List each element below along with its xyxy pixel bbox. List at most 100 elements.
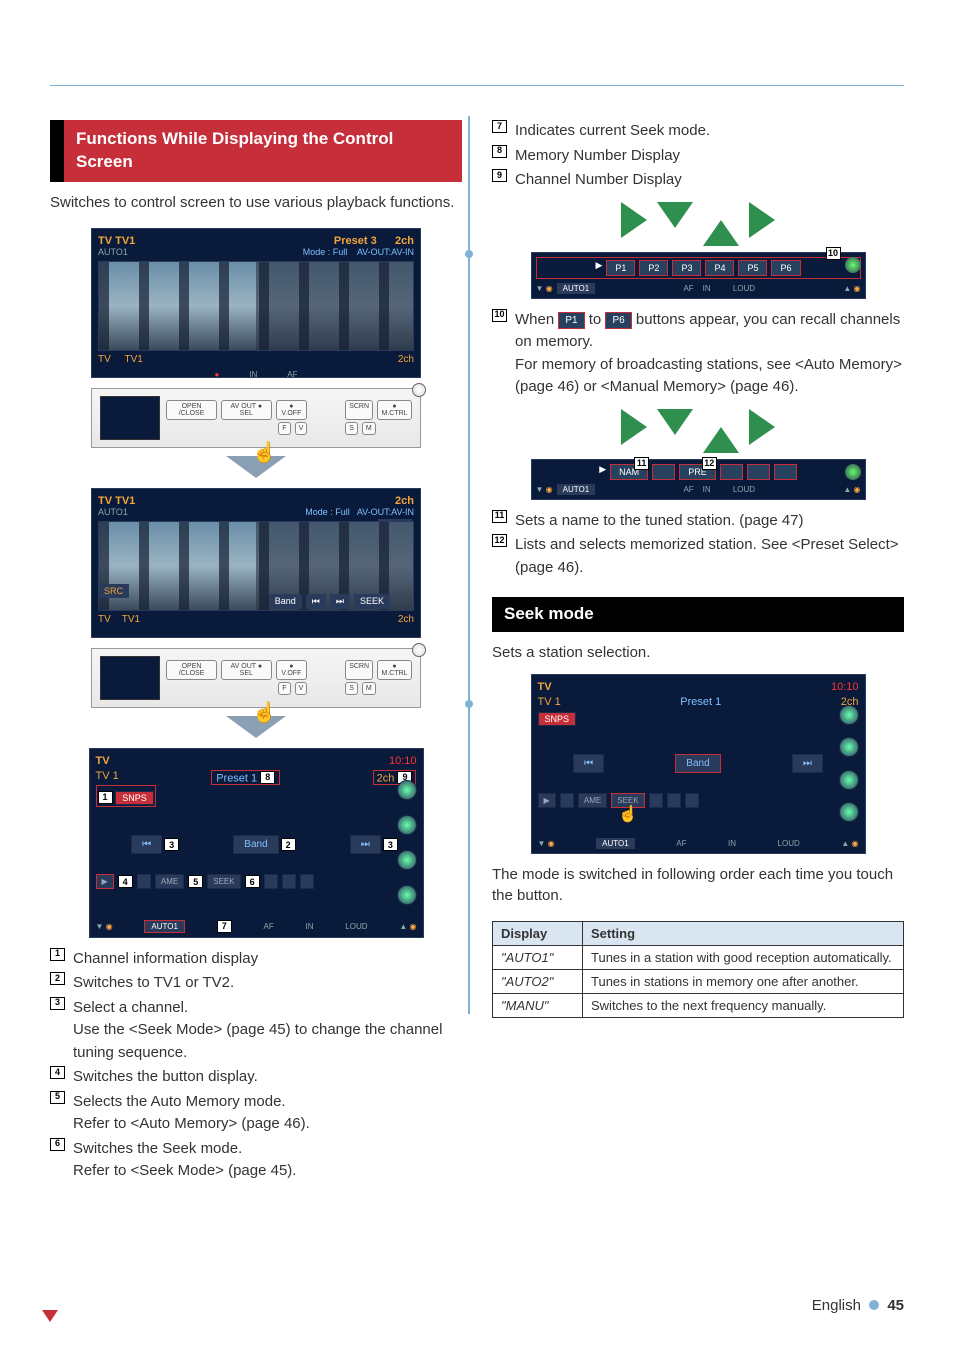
desc-7: Indicates current Seek mode. — [515, 120, 904, 143]
f-button[interactable]: F — [278, 422, 290, 435]
desc-3: Select a channel. — [73, 999, 188, 1016]
avout-label: AV-OUT:AV-IN — [357, 247, 414, 257]
preset-strip-1: ▶ P1 P2 P3 P4 P5 P6 10 ▼ ◉ AUTO1 AF IN L… — [531, 252, 866, 299]
seek-button[interactable]: SEEK ☝ — [611, 793, 644, 808]
callout-8: 8 — [260, 771, 275, 784]
callout-12: 12 — [702, 457, 717, 470]
p5-button[interactable]: P5 — [738, 260, 767, 276]
side-orb-icon — [845, 464, 861, 480]
prev-channel-button[interactable]: ⏮ — [573, 754, 604, 773]
desc-2: Switches to TV1 or TV2. — [73, 972, 462, 995]
num-6: 6 — [50, 1138, 65, 1151]
table-row: "AUTO1" Tunes in a station with good rec… — [493, 946, 904, 970]
m-button[interactable]: M — [362, 422, 376, 435]
dummy-btn — [300, 874, 314, 889]
cell-manu: "MANU" — [493, 994, 583, 1018]
src-button[interactable]: SRC — [98, 584, 129, 598]
dummy-btn — [667, 793, 681, 808]
tv1-bottom: TV1 — [122, 614, 140, 625]
desc-1: Channel information display — [73, 948, 462, 971]
p6-inline: P6 — [605, 312, 631, 329]
callout-11: 11 — [634, 457, 649, 470]
auto-label: AUTO1 — [98, 247, 128, 257]
num-1: 1 — [50, 948, 65, 961]
preset-display: Preset 1 — [680, 696, 721, 708]
voff-button[interactable]: ● V.OFF — [276, 660, 308, 680]
s-button[interactable]: S — [345, 422, 358, 435]
language-label: English — [812, 1297, 861, 1314]
side-orb-icon — [845, 257, 861, 273]
callout-5: 5 — [188, 875, 203, 888]
in-label: IN — [306, 922, 314, 931]
right-column: 7Indicates current Seek mode. 8Memory Nu… — [492, 120, 904, 1185]
tv-bottom: TV — [98, 354, 111, 365]
af-indicator: AF — [287, 370, 297, 378]
ame-button[interactable]: AME — [155, 874, 184, 889]
ame-button[interactable]: AME — [578, 793, 607, 808]
face-panel-2: OPEN /CLOSE AV OUT ● SEL ● V.OFF F V SCR… — [91, 648, 421, 708]
cell-auto2-desc: Tunes in stations in memory one after an… — [583, 970, 904, 994]
s-button[interactable]: S — [345, 682, 358, 695]
switch-display-button[interactable]: ▶ — [538, 793, 556, 808]
prev-channel-button[interactable]: ⏮ 3 — [131, 835, 162, 854]
p2-button[interactable]: P2 — [639, 260, 668, 276]
arrow-right-icon — [749, 202, 775, 238]
band-button[interactable]: Band — [269, 594, 302, 609]
desc-5: Selects the Auto Memory mode. — [73, 1093, 286, 1110]
next-channel-button[interactable]: ⏭ 3 — [350, 835, 381, 854]
f-button[interactable]: F — [278, 682, 290, 695]
v-button[interactable]: V — [295, 422, 308, 435]
seek-button[interactable]: SEEK — [354, 594, 390, 609]
nav-arrows — [492, 202, 904, 246]
band-button[interactable]: Band 2 — [233, 835, 278, 854]
seek-intro: Sets a station selection. — [492, 642, 904, 664]
avout-button[interactable]: AV OUT ● SEL — [221, 660, 271, 680]
voff-button[interactable]: ● V.OFF — [276, 400, 308, 420]
scrn-button[interactable]: SCRN — [345, 660, 373, 680]
table-row: "MANU" Switches to the next frequency ma… — [493, 994, 904, 1018]
side-icons — [839, 699, 861, 829]
band-button[interactable]: Band — [675, 754, 720, 773]
clock: 10:10 — [831, 681, 859, 693]
mctrl-button[interactable]: ● M.CTRL — [377, 400, 412, 420]
dummy-btn — [649, 793, 663, 808]
avout-label: AV-OUT:AV-IN — [357, 507, 414, 517]
scrn-button[interactable]: SCRN — [345, 400, 373, 420]
open-close-button[interactable]: OPEN /CLOSE — [166, 660, 217, 680]
page-number: 45 — [887, 1297, 904, 1314]
in-indicator: IN — [249, 370, 257, 378]
side-icons — [397, 773, 419, 913]
prev-button[interactable]: ⏮ — [306, 594, 326, 609]
p3-button[interactable]: P3 — [672, 260, 701, 276]
arrow-right-icon — [749, 409, 775, 445]
v-button[interactable]: V — [295, 682, 308, 695]
desc-6b: Refer to <Seek Mode> (page 45). — [73, 1162, 296, 1179]
num-10: 10 — [492, 309, 507, 322]
desc-12: Lists and selects memorized station. See… — [515, 534, 904, 579]
desc-6: Switches the Seek mode. — [73, 1140, 242, 1157]
tv-header: TV — [96, 755, 110, 767]
tv1-label: TV 1 — [538, 696, 561, 708]
nam-button[interactable]: NAM 11 — [610, 464, 648, 480]
mctrl-button[interactable]: ● M.CTRL — [377, 660, 412, 680]
tv-bottom: TV — [98, 614, 111, 625]
arrow-right-icon — [621, 409, 647, 445]
callout-10: 10 — [826, 247, 841, 260]
preset-strip-2: ▶ NAM 11 PRE 12 ▼ ◉ AUTO1 AF — [531, 459, 866, 500]
pre-button[interactable]: PRE 12 — [679, 464, 716, 480]
seek-button[interactable]: SEEK — [207, 874, 240, 889]
snps-chip: SNPS — [538, 712, 577, 726]
open-close-button[interactable]: OPEN /CLOSE — [166, 400, 217, 420]
switch-display-button[interactable]: ▶ — [96, 874, 114, 889]
desc-11: Sets a name to the tuned station. (page … — [515, 510, 904, 533]
p6-button[interactable]: P6 — [771, 260, 800, 276]
callout-1: 1 — [98, 791, 113, 804]
next-button[interactable]: ⏭ — [330, 594, 350, 609]
avout-button[interactable]: AV OUT ● SEL — [221, 400, 271, 420]
next-channel-button[interactable]: ⏭ — [792, 754, 823, 773]
callout-7: 7 — [217, 920, 232, 933]
desc-8: Memory Number Display — [515, 145, 904, 168]
p4-button[interactable]: P4 — [705, 260, 734, 276]
m-button[interactable]: M — [362, 682, 376, 695]
p1-button[interactable]: P1 — [606, 260, 635, 276]
